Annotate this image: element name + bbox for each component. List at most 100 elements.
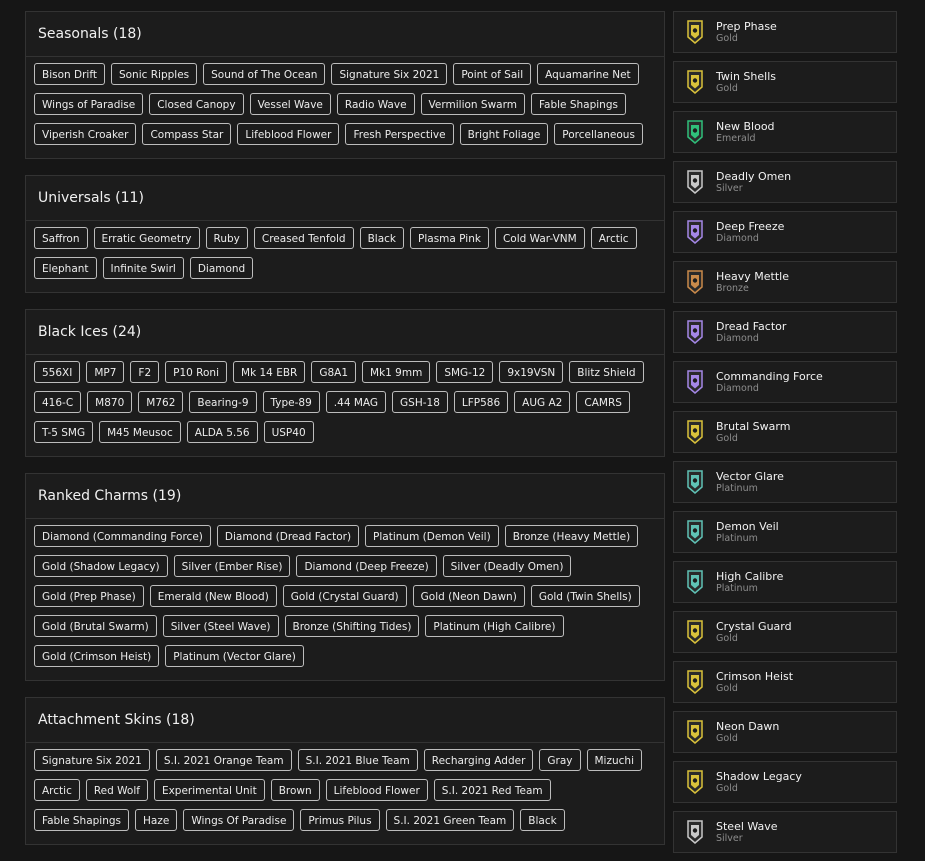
item-chip[interactable]: Elephant [34, 257, 97, 279]
rank-charm-item[interactable]: Dread Factor Diamond [673, 311, 897, 353]
rank-charm-item[interactable]: Demon Veil Platinum [673, 511, 897, 553]
rank-charm-item[interactable]: New Blood Emerald [673, 111, 897, 153]
item-chip[interactable]: Diamond [189, 257, 254, 279]
item-chip[interactable]: Platinum (High Calibre) [425, 615, 564, 637]
item-chip[interactable]: 9x19VSN [499, 361, 564, 383]
item-chip[interactable]: Point of Sail [453, 63, 532, 85]
item-chip[interactable]: GSH-18 [392, 391, 448, 413]
item-chip[interactable]: Fable Shapings [530, 93, 626, 115]
rank-charm-item[interactable]: Prep Phase Gold [673, 11, 897, 53]
rank-charm-item[interactable]: Crystal Guard Gold [673, 611, 897, 653]
item-chip[interactable]: M870 [87, 391, 133, 413]
item-chip[interactable]: .44 MAG [325, 391, 387, 413]
item-chip[interactable]: Signature Six 2021 [331, 63, 448, 85]
rank-charm-item[interactable]: Deadly Omen Silver [673, 161, 897, 203]
item-chip[interactable]: Mk 14 EBR [233, 361, 306, 383]
item-chip[interactable]: S.I. 2021 Blue Team [297, 749, 418, 771]
item-chip[interactable]: Lifeblood Flower [237, 123, 340, 145]
item-chip[interactable]: S.I. 2021 Red Team [433, 779, 551, 801]
item-chip[interactable]: Gold (Prep Phase) [34, 585, 144, 607]
item-chip[interactable]: Porcellaneous [554, 123, 643, 145]
item-chip[interactable]: Arctic [590, 227, 637, 249]
rank-charm-item[interactable]: Commanding Force Diamond [673, 361, 897, 403]
item-chip[interactable]: Silver (Steel Wave) [162, 615, 279, 637]
item-chip[interactable]: Gold (Crystal Guard) [282, 585, 407, 607]
item-chip[interactable]: Black [520, 809, 565, 831]
item-chip[interactable]: 556XI [34, 361, 81, 383]
item-chip[interactable]: LFP586 [453, 391, 509, 413]
item-chip[interactable]: Mk1 9mm [362, 361, 431, 383]
rank-charm-item[interactable]: Crimson Heist Gold [673, 661, 897, 703]
item-chip[interactable]: ALDA 5.56 [186, 421, 258, 443]
item-chip[interactable]: Erratic Geometry [93, 227, 200, 249]
item-chip[interactable]: Saffron [34, 227, 88, 249]
item-chip[interactable]: Infinite Swirl [102, 257, 184, 279]
item-chip[interactable]: Gold (Crimson Heist) [34, 645, 160, 667]
item-chip[interactable]: Diamond (Commanding Force) [34, 525, 211, 547]
item-chip[interactable]: Sound of The Ocean [203, 63, 326, 85]
item-chip[interactable]: Bright Foliage [459, 123, 549, 145]
item-chip[interactable]: Gold (Neon Dawn) [412, 585, 525, 607]
item-chip[interactable]: G8A1 [311, 361, 357, 383]
item-chip[interactable]: Radio Wave [336, 93, 415, 115]
rank-charm-item[interactable]: Twin Shells Gold [673, 61, 897, 103]
item-chip[interactable]: Signature Six 2021 [34, 749, 150, 771]
item-chip[interactable]: Creased Tenfold [253, 227, 354, 249]
item-chip[interactable]: Ruby [205, 227, 248, 249]
item-chip[interactable]: P10 Roni [165, 361, 228, 383]
item-chip[interactable]: Vermilion Swarm [420, 93, 525, 115]
item-chip[interactable]: AUG A2 [514, 391, 571, 413]
item-chip[interactable]: Bronze (Shifting Tides) [284, 615, 420, 637]
item-chip[interactable]: Platinum (Demon Veil) [365, 525, 499, 547]
item-chip[interactable]: Bison Drift [34, 63, 105, 85]
item-chip[interactable]: Blitz Shield [569, 361, 644, 383]
item-chip[interactable]: Platinum (Vector Glare) [165, 645, 304, 667]
item-chip[interactable]: Fresh Perspective [345, 123, 454, 145]
item-chip[interactable]: SMG-12 [436, 361, 494, 383]
item-chip[interactable]: USP40 [263, 421, 314, 443]
rank-charm-item[interactable]: Vector Glare Platinum [673, 461, 897, 503]
item-chip[interactable]: Diamond (Deep Freeze) [296, 555, 437, 577]
item-chip[interactable]: 416-C [34, 391, 82, 413]
item-chip[interactable]: CAMRS [576, 391, 630, 413]
item-chip[interactable]: Experimental Unit [153, 779, 265, 801]
item-chip[interactable]: MP7 [86, 361, 125, 383]
rank-charm-item[interactable]: High Calibre Platinum [673, 561, 897, 603]
item-chip[interactable]: Wings Of Paradise [183, 809, 295, 831]
item-chip[interactable]: Gold (Shadow Legacy) [34, 555, 168, 577]
item-chip[interactable]: M45 Meusoc [99, 421, 181, 443]
item-chip[interactable]: Brown [270, 779, 320, 801]
item-chip[interactable]: Gray [539, 749, 581, 771]
item-chip[interactable]: Gold (Brutal Swarm) [34, 615, 157, 637]
item-chip[interactable]: Haze [135, 809, 178, 831]
rank-charm-item[interactable]: Deep Freeze Diamond [673, 211, 897, 253]
item-chip[interactable]: Compass Star [142, 123, 232, 145]
item-chip[interactable]: Red Wolf [85, 779, 148, 801]
item-chip[interactable]: Fable Shapings [34, 809, 130, 831]
item-chip[interactable]: Bronze (Heavy Mettle) [504, 525, 639, 547]
item-chip[interactable]: Silver (Ember Rise) [173, 555, 291, 577]
item-chip[interactable]: Emerald (New Blood) [149, 585, 277, 607]
item-chip[interactable]: Type-89 [262, 391, 320, 413]
item-chip[interactable]: Wings of Paradise [34, 93, 144, 115]
rank-charm-item[interactable]: Neon Dawn Gold [673, 711, 897, 753]
item-chip[interactable]: M762 [138, 391, 184, 413]
item-chip[interactable]: Plasma Pink [410, 227, 489, 249]
rank-charm-item[interactable]: Shadow Legacy Gold [673, 761, 897, 803]
item-chip[interactable]: Aquamarine Net [537, 63, 639, 85]
item-chip[interactable]: Mizuchi [586, 749, 642, 771]
item-chip[interactable]: Closed Canopy [149, 93, 244, 115]
item-chip[interactable]: Arctic [34, 779, 80, 801]
item-chip[interactable]: Gold (Twin Shells) [530, 585, 640, 607]
item-chip[interactable]: Vessel Wave [249, 93, 331, 115]
item-chip[interactable]: S.I. 2021 Green Team [385, 809, 515, 831]
item-chip[interactable]: Viperish Croaker [34, 123, 137, 145]
item-chip[interactable]: Diamond (Dread Factor) [216, 525, 360, 547]
item-chip[interactable]: S.I. 2021 Orange Team [155, 749, 292, 771]
item-chip[interactable]: Bearing-9 [189, 391, 257, 413]
item-chip[interactable]: Lifeblood Flower [325, 779, 428, 801]
item-chip[interactable]: Recharging Adder [423, 749, 534, 771]
item-chip[interactable]: Sonic Ripples [110, 63, 198, 85]
item-chip[interactable]: Black [359, 227, 405, 249]
rank-charm-item[interactable]: Steel Wave Silver [673, 811, 897, 853]
